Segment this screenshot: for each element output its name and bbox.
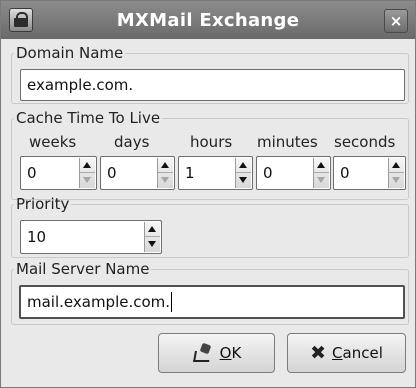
- seconds-stepper: [388, 158, 404, 188]
- domain-name-value: example.com.: [27, 76, 134, 94]
- mail-server-input[interactable]: mail.example.com.: [19, 285, 405, 319]
- priority-decrement-arrow[interactable]: [145, 237, 160, 252]
- hours-stepper: [235, 158, 251, 188]
- minutes-spinbox[interactable]: 0: [256, 156, 331, 190]
- days-spinbox[interactable]: 0: [100, 156, 175, 190]
- hours-increment-arrow[interactable]: [236, 158, 251, 173]
- window-title: MXMail Exchange: [116, 10, 300, 31]
- ok-icon: [192, 343, 214, 363]
- close-button[interactable]: ×: [384, 9, 408, 33]
- hours-label: hours: [190, 133, 233, 151]
- weeks-stepper: [79, 158, 95, 188]
- priority-legend: Priority: [16, 195, 70, 213]
- minutes-increment-arrow[interactable]: [314, 158, 329, 173]
- priority-stepper: [144, 222, 160, 252]
- seconds-value: 0: [340, 164, 350, 182]
- cache-ttl-legend: Cache Time To Live: [16, 109, 161, 127]
- minutes-decrement-arrow[interactable]: [314, 173, 329, 188]
- close-icon: ×: [389, 12, 403, 30]
- mail-server-legend: Mail Server Name: [16, 260, 150, 278]
- domain-name-legend: Domain Name: [16, 44, 124, 62]
- minutes-stepper: [313, 158, 329, 188]
- seconds-decrement-arrow[interactable]: [389, 173, 404, 188]
- dialog-window: MXMail Exchange × Domain Name example.co…: [0, 0, 416, 388]
- weeks-label: weeks: [29, 133, 77, 151]
- mail-server-value: mail.example.com.: [27, 293, 171, 311]
- seconds-label: seconds: [334, 133, 396, 151]
- titlebar[interactable]: MXMail Exchange ×: [1, 1, 415, 39]
- cancel-button-label: Cancel: [332, 344, 383, 362]
- priority-increment-arrow[interactable]: [145, 222, 160, 237]
- priority-value: 10: [27, 228, 47, 246]
- hours-spinbox[interactable]: 1: [178, 156, 253, 190]
- minutes-value: 0: [263, 164, 273, 182]
- hours-value: 1: [185, 164, 195, 182]
- ok-button[interactable]: OK: [158, 333, 275, 373]
- text-cursor: [171, 292, 173, 312]
- days-value: 0: [107, 164, 117, 182]
- ok-button-label: OK: [219, 344, 242, 362]
- days-increment-arrow[interactable]: [158, 158, 173, 173]
- seconds-spinbox[interactable]: 0: [333, 156, 406, 190]
- days-label: days: [114, 133, 150, 151]
- days-stepper: [157, 158, 173, 188]
- hours-decrement-arrow[interactable]: [236, 173, 251, 188]
- cancel-icon: ✖: [310, 342, 327, 364]
- priority-spinbox[interactable]: 10: [20, 220, 162, 254]
- minutes-label: minutes: [257, 133, 318, 151]
- domain-name-input[interactable]: example.com.: [20, 69, 405, 101]
- days-decrement-arrow[interactable]: [158, 173, 173, 188]
- weeks-spinbox[interactable]: 0: [20, 156, 97, 190]
- seconds-increment-arrow[interactable]: [389, 158, 404, 173]
- weeks-decrement-arrow[interactable]: [80, 173, 95, 188]
- cancel-button[interactable]: ✖ Cancel: [287, 333, 406, 373]
- weeks-increment-arrow[interactable]: [80, 158, 95, 173]
- weeks-value: 0: [27, 164, 37, 182]
